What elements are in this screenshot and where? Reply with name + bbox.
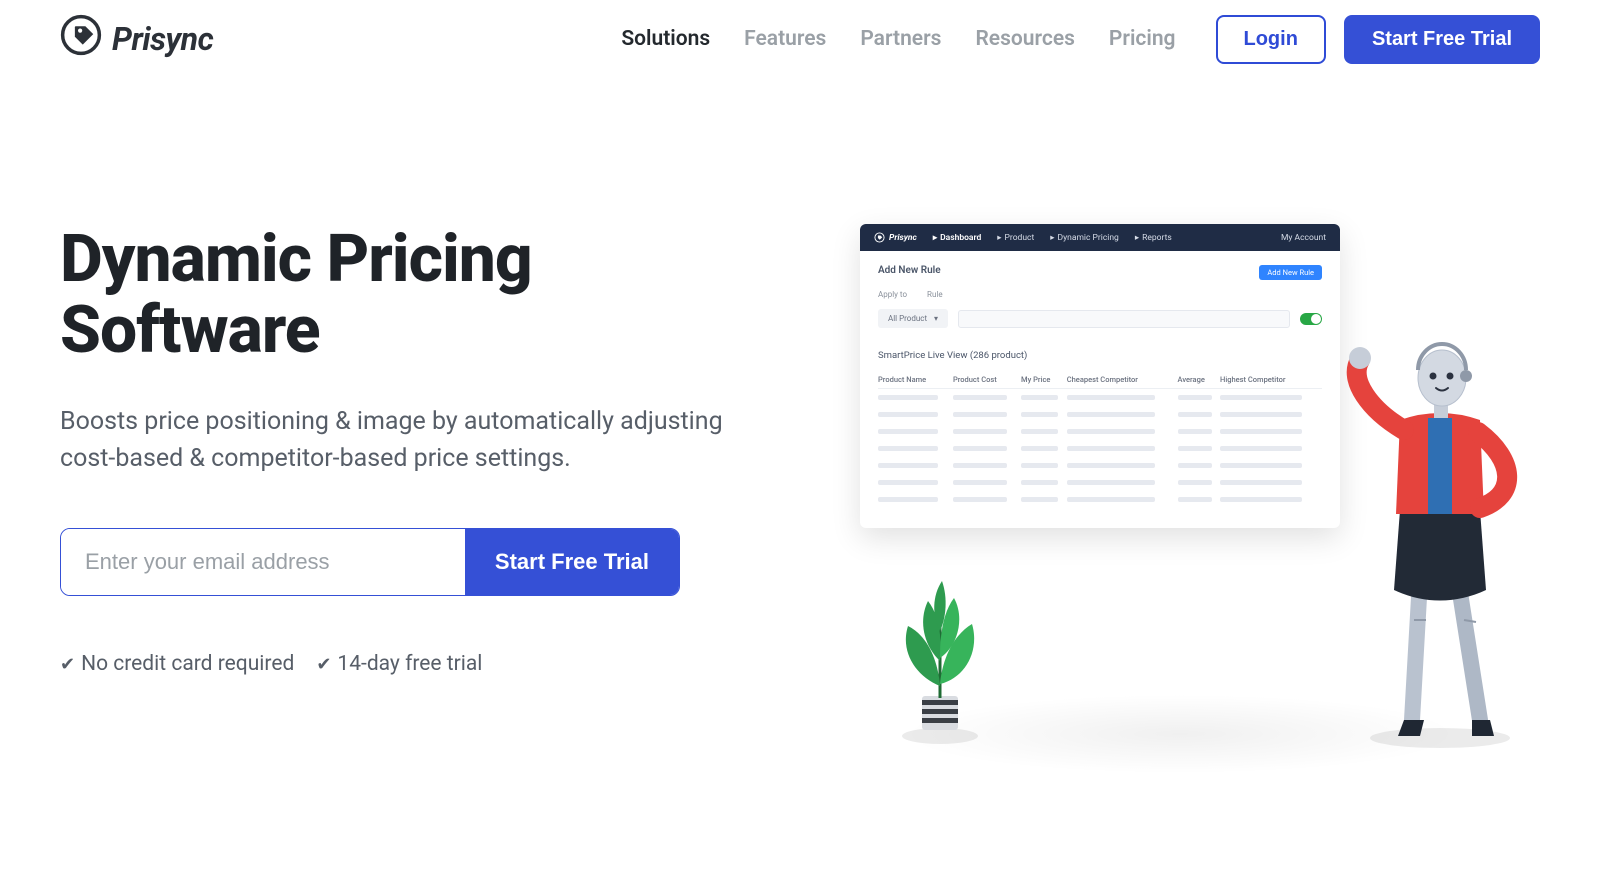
dash-tab-product: ▸ Product (997, 233, 1034, 243)
table-row (878, 423, 1322, 440)
tag-icon (60, 14, 102, 64)
table-row (878, 457, 1322, 474)
hero-title: Dynamic Pricing Software (60, 224, 780, 367)
nav-partners[interactable]: Partners (860, 27, 941, 51)
dash-live-table: Product Name Product Cost My Price Cheap… (878, 371, 1322, 508)
robot-illustration (1330, 320, 1530, 754)
nav-pricing[interactable]: Pricing (1109, 27, 1176, 51)
login-button[interactable]: Login (1216, 15, 1326, 64)
dash-live-title: SmartPrice Live View (286 product) (878, 350, 1322, 361)
hero-illustration: Prisync ▸ Dashboard ▸ Product ▸ Dynamic … (820, 224, 1540, 744)
dash-rule-toggle (1300, 313, 1322, 325)
signup-submit-button[interactable]: Start Free Trial (465, 529, 679, 595)
dash-applyto-label: Apply to (878, 290, 907, 299)
col-cheapest: Cheapest Competitor (1067, 371, 1178, 389)
nav-features[interactable]: Features (744, 27, 826, 51)
table-row (878, 406, 1322, 423)
dash-tab-reports: ▸ Reports (1135, 233, 1172, 243)
dash-rule-input (958, 310, 1290, 328)
col-myprice: My Price (1021, 371, 1067, 389)
hero-perks: No credit card required 14-day free tria… (60, 652, 780, 676)
email-input[interactable] (61, 529, 465, 595)
table-row (878, 440, 1322, 457)
table-row (878, 474, 1322, 491)
dash-chip-all: All Product▾ (878, 309, 948, 328)
table-row (878, 389, 1322, 407)
hero-title-line2: Software (60, 292, 320, 369)
nav-resources[interactable]: Resources (975, 27, 1074, 51)
table-row (878, 491, 1322, 508)
dashboard-preview: Prisync ▸ Dashboard ▸ Product ▸ Dynamic … (860, 224, 1340, 528)
dashboard-nav: Prisync ▸ Dashboard ▸ Product ▸ Dynamic … (860, 224, 1340, 251)
brand-logo[interactable]: Prisync (60, 14, 213, 64)
hero-subtitle: Boosts price positioning & image by auto… (60, 403, 740, 478)
dash-add-rule-button: Add New Rule (1259, 265, 1322, 280)
perk-no-card: No credit card required (60, 652, 294, 676)
dash-rule-label: Rule (927, 290, 943, 299)
plant-illustration (880, 566, 1000, 750)
nav-solutions[interactable]: Solutions (621, 27, 710, 51)
brand-name: Prisync (112, 20, 213, 58)
col-average: Average (1178, 371, 1220, 389)
hero-title-line1: Dynamic Pricing (60, 221, 532, 298)
start-trial-button[interactable]: Start Free Trial (1344, 15, 1540, 64)
main-nav: Solutions Features Partners Resources Pr… (621, 27, 1175, 51)
dash-section-title: Add New Rule (878, 265, 1322, 276)
col-highest: Highest Competitor (1220, 371, 1322, 389)
perk-free-trial: 14-day free trial (316, 652, 482, 676)
col-name: Product Name (878, 371, 953, 389)
dash-tab-dynamic: ▸ Dynamic Pricing (1050, 233, 1119, 243)
dashboard-brand: Prisync (874, 232, 917, 243)
col-cost: Product Cost (953, 371, 1021, 389)
dash-tab-dashboard: ▸ Dashboard (933, 233, 981, 243)
dash-account: My Account (1281, 233, 1326, 243)
signup-form: Start Free Trial (60, 528, 680, 596)
